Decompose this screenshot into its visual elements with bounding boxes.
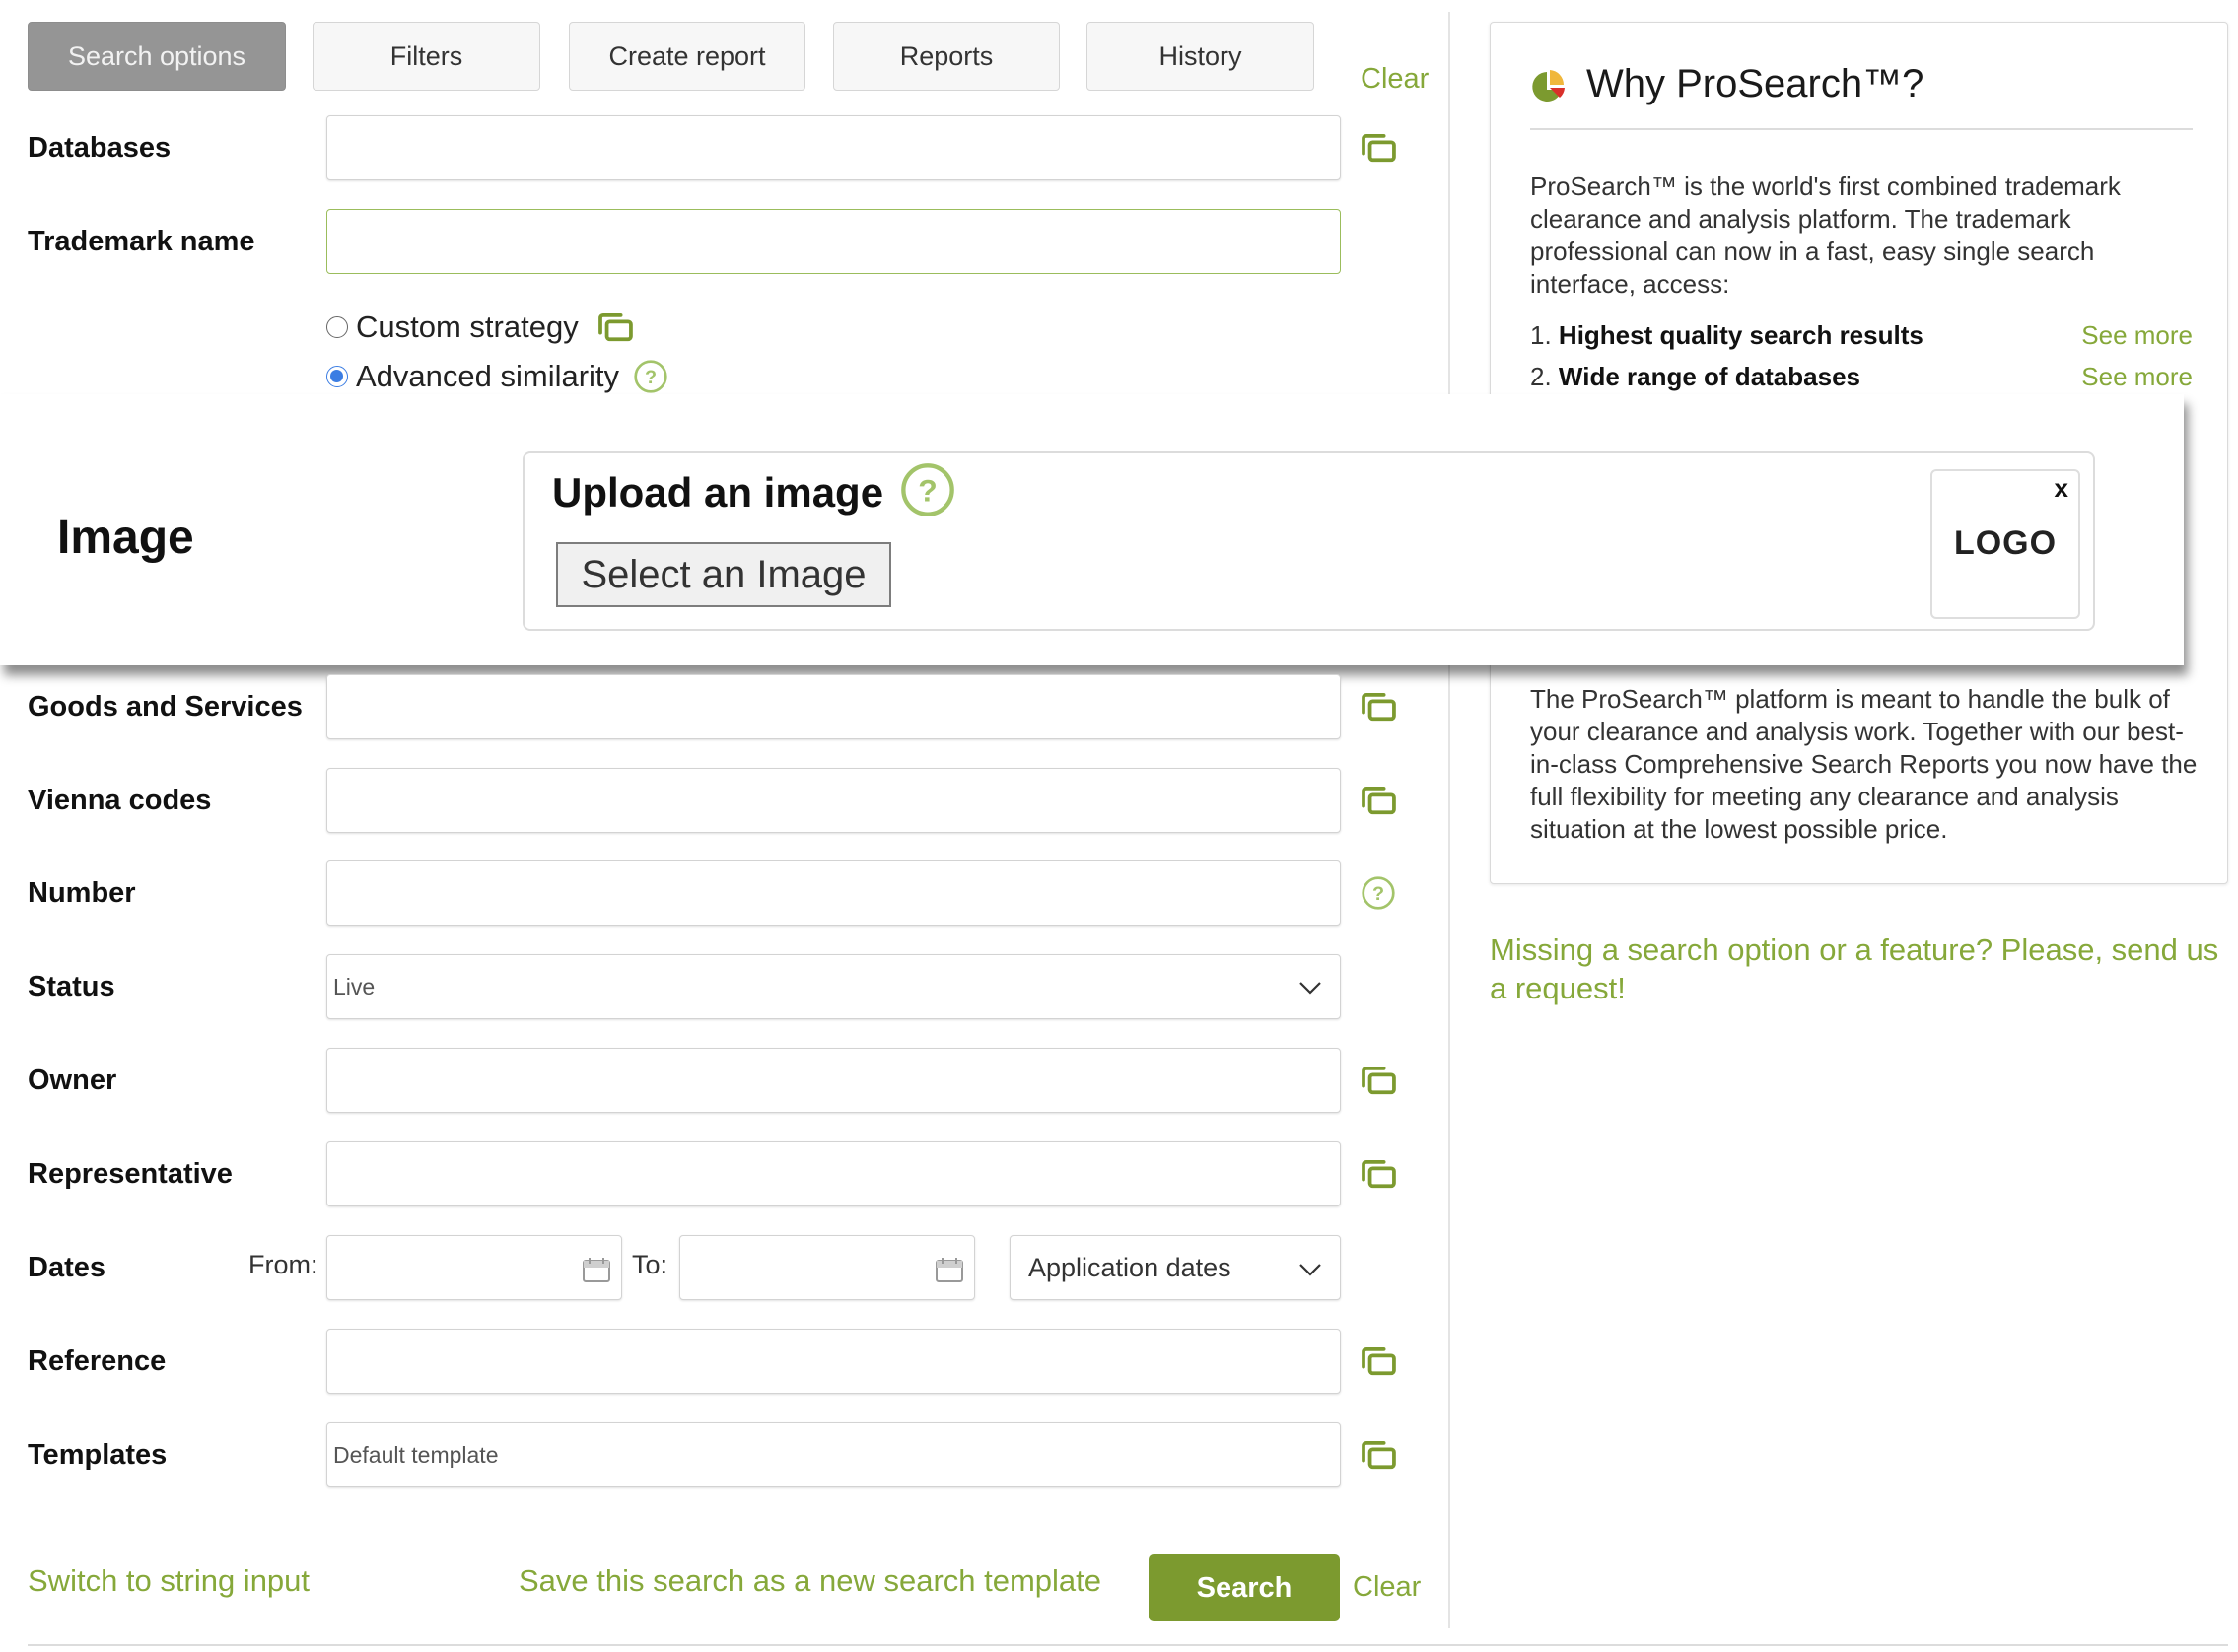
tab-filters[interactable]: Filters [313, 22, 540, 91]
databases-input[interactable] [326, 115, 1341, 180]
trademark-name-input[interactable] [326, 209, 1341, 274]
clear-top-link[interactable]: Clear [1361, 63, 1429, 96]
item-text: Highest quality search results [1558, 320, 1923, 350]
trademark-name-label: Trademark name [28, 225, 255, 257]
date-type-select[interactable]: Application dates [1010, 1235, 1341, 1300]
title-divider [1530, 128, 2193, 130]
date-to-input[interactable] [679, 1235, 975, 1300]
status-label: Status [28, 970, 115, 1002]
save-search-template-link[interactable]: Save this search as a new search templat… [519, 1563, 1101, 1599]
bottom-divider [28, 1644, 2228, 1646]
custom-strategy-label: Custom strategy [356, 310, 579, 344]
why-item: 1. Highest quality search results See mo… [1530, 320, 2193, 351]
tab-reports[interactable]: Reports [833, 22, 1060, 91]
calendar-icon[interactable] [582, 1256, 611, 1288]
date-from-input[interactable] [326, 1235, 622, 1300]
tab-search-options[interactable]: Search options [28, 22, 286, 91]
logo-text: LOGO [1953, 524, 2058, 562]
dates-label: Dates [28, 1251, 105, 1283]
reference-picker-icon[interactable] [1359, 1342, 1398, 1381]
calendar-icon[interactable] [935, 1256, 964, 1288]
reference-input[interactable] [326, 1329, 1341, 1394]
databases-picker-icon[interactable] [1359, 128, 1398, 168]
status-selected-value: Live [333, 973, 376, 999]
owner-picker-icon[interactable] [1359, 1061, 1398, 1100]
see-more-link[interactable]: See more [2081, 362, 2193, 392]
why-item: 2. Wide range of databases See more [1530, 362, 2193, 392]
see-more-link[interactable]: See more [2081, 320, 2193, 351]
databases-label: Databases [28, 131, 172, 164]
logo-thumbnail: x LOGO [1930, 469, 2080, 619]
status-select[interactable]: Live [326, 954, 1341, 1019]
from-label: From: [248, 1250, 318, 1279]
templates-input[interactable]: Default template [326, 1422, 1341, 1487]
owner-input[interactable] [326, 1048, 1341, 1113]
why-outro-text: The ProSearch™ platform is meant to hand… [1530, 684, 2198, 844]
clear-bottom-link[interactable]: Clear [1353, 1571, 1421, 1604]
select-image-button[interactable]: Select an Image [556, 542, 891, 607]
image-label: Image [57, 512, 194, 564]
vienna-codes-label: Vienna codes [28, 784, 212, 816]
upload-image-box: Upload an image Select an Image x LOGO [523, 451, 2095, 631]
date-type-selected-value: Application dates [1028, 1252, 1231, 1282]
vienna-codes-picker-icon[interactable] [1359, 781, 1398, 820]
search-button[interactable]: Search [1149, 1554, 1340, 1621]
tab-history[interactable]: History [1086, 22, 1314, 91]
help-icon[interactable] [633, 359, 668, 394]
custom-strategy-picker-icon[interactable] [596, 312, 634, 342]
help-icon[interactable] [1359, 873, 1398, 913]
representative-input[interactable] [326, 1141, 1341, 1206]
owner-label: Owner [28, 1064, 117, 1096]
column-divider [1448, 12, 1450, 1628]
representative-picker-icon[interactable] [1359, 1154, 1398, 1194]
number-input[interactable] [326, 860, 1341, 926]
to-label: To: [632, 1250, 668, 1279]
item-number: 2. [1530, 362, 1552, 391]
advanced-similarity-label: Advanced similarity [356, 359, 620, 393]
why-prosearch-title: Why ProSearch™? [1586, 62, 1924, 105]
item-text: Wide range of databases [1558, 362, 1860, 391]
custom-strategy-option[interactable]: Custom strategy [326, 310, 634, 345]
help-icon[interactable] [899, 461, 956, 523]
templates-picker-icon[interactable] [1359, 1435, 1398, 1475]
vienna-codes-input[interactable] [326, 768, 1341, 833]
feature-request-link[interactable]: Missing a search option or a feature? Pl… [1490, 930, 2238, 1007]
goods-services-input[interactable] [326, 674, 1341, 739]
tab-create-report[interactable]: Create report [569, 22, 805, 91]
templates-label: Templates [28, 1438, 168, 1471]
reference-label: Reference [28, 1344, 167, 1377]
goods-services-label: Goods and Services [28, 690, 303, 723]
number-label: Number [28, 876, 136, 909]
image-upload-overlay: Image Upload an image Select an Image x … [0, 394, 2184, 665]
why-intro-text: ProSearch™ is the world's first combined… [1530, 172, 2121, 299]
representative-label: Representative [28, 1157, 233, 1190]
chevron-down-icon [1298, 974, 1322, 1000]
goods-services-picker-icon[interactable] [1359, 687, 1398, 726]
item-number: 1. [1530, 320, 1552, 350]
switch-to-string-input-link[interactable]: Switch to string input [28, 1563, 310, 1599]
upload-title: Upload an image [552, 469, 884, 516]
custom-strategy-radio[interactable] [326, 316, 348, 338]
advanced-similarity-radio[interactable] [326, 366, 348, 387]
remove-image-icon[interactable]: x [2055, 473, 2068, 504]
pie-chart-icon [1530, 68, 1568, 110]
chevron-down-icon [1298, 1253, 1322, 1283]
advanced-similarity-option[interactable]: Advanced similarity [326, 359, 668, 394]
